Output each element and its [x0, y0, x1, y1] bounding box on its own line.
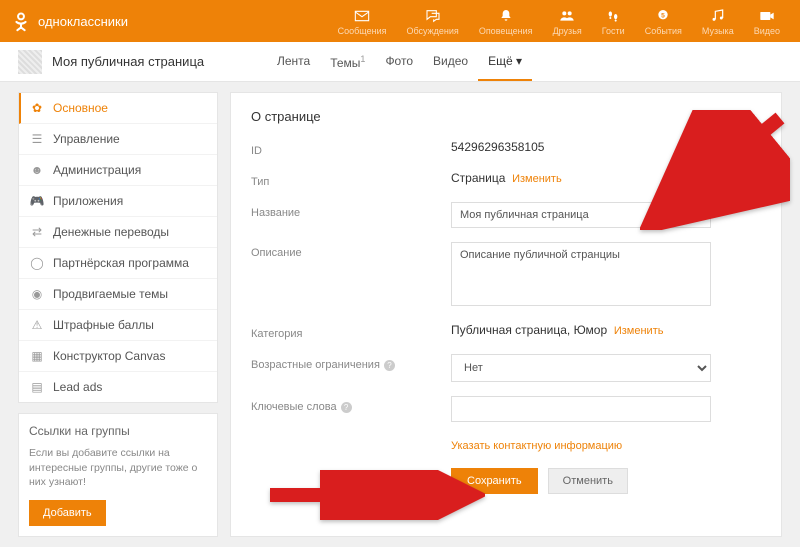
sidebar: ✿Основное ☰Управление ☻Администрация 🎮Пр… [18, 92, 218, 537]
add-button[interactable]: Добавить [29, 500, 106, 526]
panel-heading: О странице [251, 109, 761, 124]
gear-icon: ✿ [29, 100, 45, 116]
subbar: Моя публичная страница Лента Темы1 Фото … [0, 42, 800, 82]
footprints-icon [603, 8, 623, 24]
sidebar-item-penalties[interactable]: ⚠Штрафные баллы [19, 310, 217, 341]
tab-more[interactable]: Ещё ▾ [478, 43, 532, 81]
transfer-icon: ⇄ [29, 224, 45, 240]
music-icon [708, 8, 728, 24]
value-id: 54296296358105 [451, 140, 761, 154]
label-age: Возрастные ограничения? [251, 354, 451, 371]
promo-text: Если вы добавите ссылки на интересные гр… [29, 446, 207, 490]
row-keywords: Ключевые слова? [251, 396, 761, 422]
promo-box: Ссылки на группы Если вы добавите ссылки… [18, 413, 218, 537]
tabs: Лента Темы1 Фото Видео Ещё ▾ [267, 43, 532, 81]
topnav-music[interactable]: Музыка [692, 5, 744, 38]
sidebar-item-manage[interactable]: ☰Управление [19, 124, 217, 155]
badge-5-icon: 5 [653, 8, 673, 24]
canvas-icon: ▦ [29, 348, 45, 364]
cancel-button[interactable]: Отменить [548, 468, 628, 494]
sidebar-item-main[interactable]: ✿Основное [19, 93, 217, 124]
sidebar-item-apps[interactable]: 🎮Приложения [19, 186, 217, 217]
gamepad-icon: 🎮 [29, 193, 45, 209]
sliders-icon: ☰ [29, 131, 45, 147]
save-button[interactable]: Сохранить [451, 468, 538, 494]
row-description: Описание Описание публичной странциы [251, 242, 761, 309]
ok-logo-icon [10, 10, 32, 32]
help-icon[interactable]: ? [384, 360, 395, 371]
category-change-link[interactable]: Изменить [614, 325, 664, 337]
age-select[interactable]: Нет [451, 354, 711, 382]
sidebar-item-admin[interactable]: ☻Администрация [19, 155, 217, 186]
topnav-video[interactable]: Видео [744, 5, 790, 38]
svg-text:5: 5 [661, 12, 665, 19]
topnav-events[interactable]: 5События [635, 5, 692, 38]
label-keywords: Ключевые слова? [251, 396, 451, 413]
page-thumb [18, 50, 42, 74]
tab-lenta[interactable]: Лента [267, 43, 320, 81]
tab-video[interactable]: Видео [423, 43, 478, 81]
partner-icon: ◯ [29, 255, 45, 271]
contact-info-link[interactable]: Указать контактную информацию [451, 440, 622, 452]
label-description: Описание [251, 242, 451, 259]
sidebar-item-partner[interactable]: ◯Партнёрская программа [19, 248, 217, 279]
warning-icon: ⚠ [29, 317, 45, 333]
topnav-notifications[interactable]: Оповещения [469, 5, 543, 38]
page-title: Моя публичная страница [52, 54, 204, 69]
topnav: Сообщения Обсуждения Оповещения Друзья Г… [328, 5, 790, 38]
value-category: Публичная страница, Юмор Изменить [451, 323, 761, 337]
bell-icon [496, 8, 516, 24]
topnav-friends[interactable]: Друзья [543, 5, 592, 38]
value-type: Страница Изменить [451, 171, 761, 185]
help-icon[interactable]: ? [341, 402, 352, 413]
label-category: Категория [251, 323, 451, 340]
sidebar-item-leadads[interactable]: ▤Lead ads [19, 372, 217, 402]
promo-title: Ссылки на группы [29, 424, 207, 438]
keywords-input[interactable] [451, 396, 711, 422]
friends-icon [557, 8, 577, 24]
topnav-messages[interactable]: Сообщения [328, 5, 397, 38]
shield-icon: ☻ [29, 162, 45, 178]
brand-name: одноклассники [38, 14, 128, 29]
leadads-icon: ▤ [29, 379, 45, 395]
sidebar-item-canvas[interactable]: ▦Конструктор Canvas [19, 341, 217, 372]
logo[interactable]: одноклассники [10, 10, 128, 32]
description-textarea[interactable]: Описание публичной странциы [451, 242, 711, 306]
label-type: Тип [251, 171, 451, 188]
topnav-discussions[interactable]: Обсуждения [397, 5, 469, 38]
label-name: Название [251, 202, 451, 219]
topbar: одноклассники Сообщения Обсуждения Опове… [0, 0, 800, 42]
tab-temy[interactable]: Темы1 [320, 43, 375, 81]
type-change-link[interactable]: Изменить [512, 173, 562, 185]
tab-foto[interactable]: Фото [375, 43, 423, 81]
row-category: Категория Публичная страница, Юмор Измен… [251, 323, 761, 340]
row-id: ID 54296296358105 [251, 140, 761, 157]
row-name: Название [251, 202, 761, 228]
chat-icon [423, 8, 443, 24]
label-id: ID [251, 140, 451, 157]
video-icon [757, 8, 777, 24]
row-age: Возрастные ограничения? Нет [251, 354, 761, 382]
topnav-guests[interactable]: Гости [592, 5, 635, 38]
main-panel: О странице ID 54296296358105 Тип Страниц… [230, 92, 782, 537]
sidebar-menu: ✿Основное ☰Управление ☻Администрация 🎮Пр… [18, 92, 218, 403]
sidebar-item-promoted[interactable]: ◉Продвигаемые темы [19, 279, 217, 310]
row-type: Тип Страница Изменить [251, 171, 761, 188]
megaphone-icon: ◉ [29, 286, 45, 302]
name-input[interactable] [451, 202, 711, 228]
sidebar-item-transfers[interactable]: ⇄Денежные переводы [19, 217, 217, 248]
envelope-icon [352, 8, 372, 24]
